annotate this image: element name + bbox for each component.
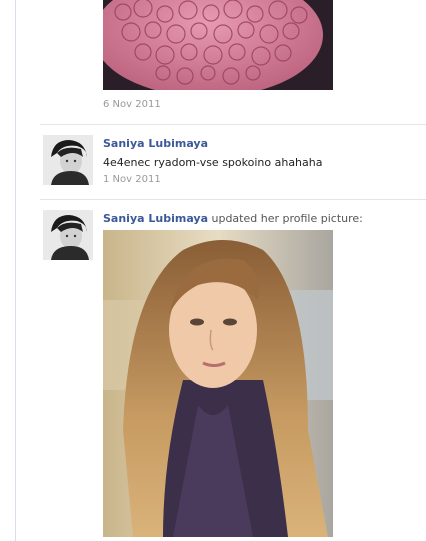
roses-photo[interactable] (103, 0, 333, 90)
status-text: 4e4enec ryadom-vse spokoino ahahaha (103, 156, 323, 169)
feed-left-border (15, 0, 16, 541)
post-action-text: updated her profile picture: (211, 212, 363, 225)
profile-picture-photo[interactable] (103, 230, 333, 537)
post-divider (40, 124, 426, 125)
post-divider (40, 199, 426, 200)
author-link[interactable]: Saniya Lubimaya (103, 212, 208, 225)
avatar[interactable] (43, 135, 93, 185)
post-date[interactable]: 1 Nov 2011 (103, 174, 161, 185)
post-header: Saniya Lubimaya updated her profile pict… (103, 212, 363, 225)
post-header: Saniya Lubimaya (103, 137, 208, 150)
author-link[interactable]: Saniya Lubimaya (103, 137, 208, 150)
post-date[interactable]: 6 Nov 2011 (103, 99, 161, 110)
avatar[interactable] (43, 210, 93, 260)
